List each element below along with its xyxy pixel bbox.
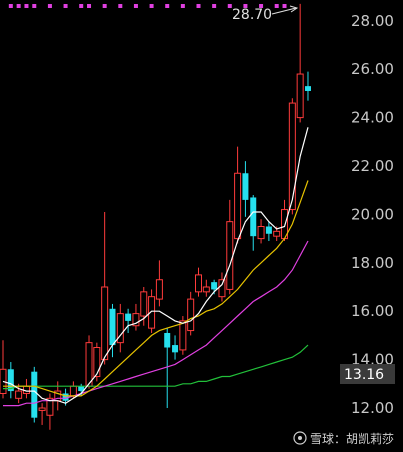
candle-body (155, 279, 163, 300)
signal-marker (165, 4, 170, 8)
current-price-tag: 13.16 (340, 364, 395, 384)
y-axis: 12.0014.0016.0018.0020.0022.0024.0026.00… (351, 12, 394, 417)
y-tick-label: 18.00 (351, 254, 394, 272)
ma60-line (3, 344, 309, 390)
candle (116, 303, 124, 353)
candle-body (211, 282, 218, 290)
candle (234, 146, 242, 244)
y-tick-label: 16.00 (351, 302, 394, 320)
candle (101, 211, 109, 365)
candle (38, 403, 46, 425)
candle-body (304, 86, 311, 91)
candle (0, 340, 7, 399)
candle-body (234, 172, 242, 240)
candle-body (101, 286, 109, 361)
candle-body (242, 173, 249, 200)
candle (22, 378, 30, 399)
xueqiu-logo-dot (298, 436, 302, 440)
candle-body (296, 73, 304, 119)
candle-body (38, 407, 46, 411)
candle (265, 221, 272, 242)
signal-marker (63, 4, 68, 8)
signal-marker (47, 4, 52, 8)
candle-body (125, 313, 132, 321)
candle-body (202, 286, 210, 293)
ma5-line (2, 127, 309, 404)
candle-body (288, 102, 296, 211)
watermark-text: 雪球：胡凯莉莎 (310, 432, 394, 446)
signal-marker (196, 4, 201, 8)
candle (125, 308, 132, 333)
candle (46, 393, 54, 430)
signal-marker (24, 4, 29, 8)
candle-body (226, 221, 234, 290)
candle-body (273, 230, 281, 237)
candle (93, 342, 101, 382)
candle-body (93, 347, 101, 378)
y-tick-label: 22.00 (351, 157, 394, 175)
candle (132, 303, 140, 331)
signal-marker (118, 4, 123, 8)
candle-body (187, 298, 195, 332)
candle (31, 366, 38, 423)
signal-marker (274, 4, 279, 8)
y-tick-label: 24.00 (351, 109, 394, 127)
candle (202, 279, 210, 297)
y-tick-label: 12.00 (351, 399, 394, 417)
candle-body (69, 385, 77, 397)
candle (226, 199, 234, 295)
candle (172, 335, 179, 360)
candle (250, 195, 257, 251)
candle (257, 219, 265, 244)
candle (296, 3, 304, 123)
signal-marker (180, 4, 185, 8)
current-price-label: 13.16 (344, 367, 384, 383)
candle-body (172, 345, 179, 353)
candle-body (179, 320, 187, 351)
candle-body (31, 371, 38, 418)
watermark: 雪球：胡凯莉莎 (293, 431, 394, 446)
signal-marker (282, 4, 287, 8)
y-tick-label: 26.00 (351, 60, 394, 78)
candle-body (265, 226, 272, 234)
candle-body (15, 390, 23, 399)
candle-body (164, 332, 171, 348)
ma20-line (3, 240, 309, 407)
candle (195, 267, 202, 297)
y-tick-label: 20.00 (351, 205, 394, 223)
candle-body (109, 308, 116, 346)
candle (187, 291, 195, 336)
candle-body (140, 291, 148, 317)
signal-marker (16, 4, 21, 8)
peak-annotation: 28.70 (232, 5, 299, 23)
signal-marker (102, 4, 107, 8)
signal-marker (149, 4, 154, 8)
signal-marker (133, 4, 138, 8)
candle-body (250, 197, 257, 237)
signal-marker (32, 4, 37, 8)
candle-body (0, 368, 7, 394)
moving-average-layer (2, 127, 309, 407)
y-tick-label: 28.00 (351, 12, 394, 30)
signal-marker (212, 4, 217, 8)
candle (7, 362, 14, 399)
candlestick-chart: 12.0014.0016.0018.0020.0022.0024.0026.00… (0, 3, 395, 446)
signal-marker (8, 4, 13, 8)
signal-marker (87, 4, 92, 8)
signal-marker (79, 4, 84, 8)
candle-body (195, 274, 202, 293)
candle (155, 260, 163, 307)
candle-body (218, 279, 226, 298)
peak-price-label: 28.70 (232, 7, 272, 23)
candle-body (85, 342, 93, 387)
candle (304, 71, 311, 101)
candle-body (257, 226, 265, 240)
candle (242, 161, 249, 217)
